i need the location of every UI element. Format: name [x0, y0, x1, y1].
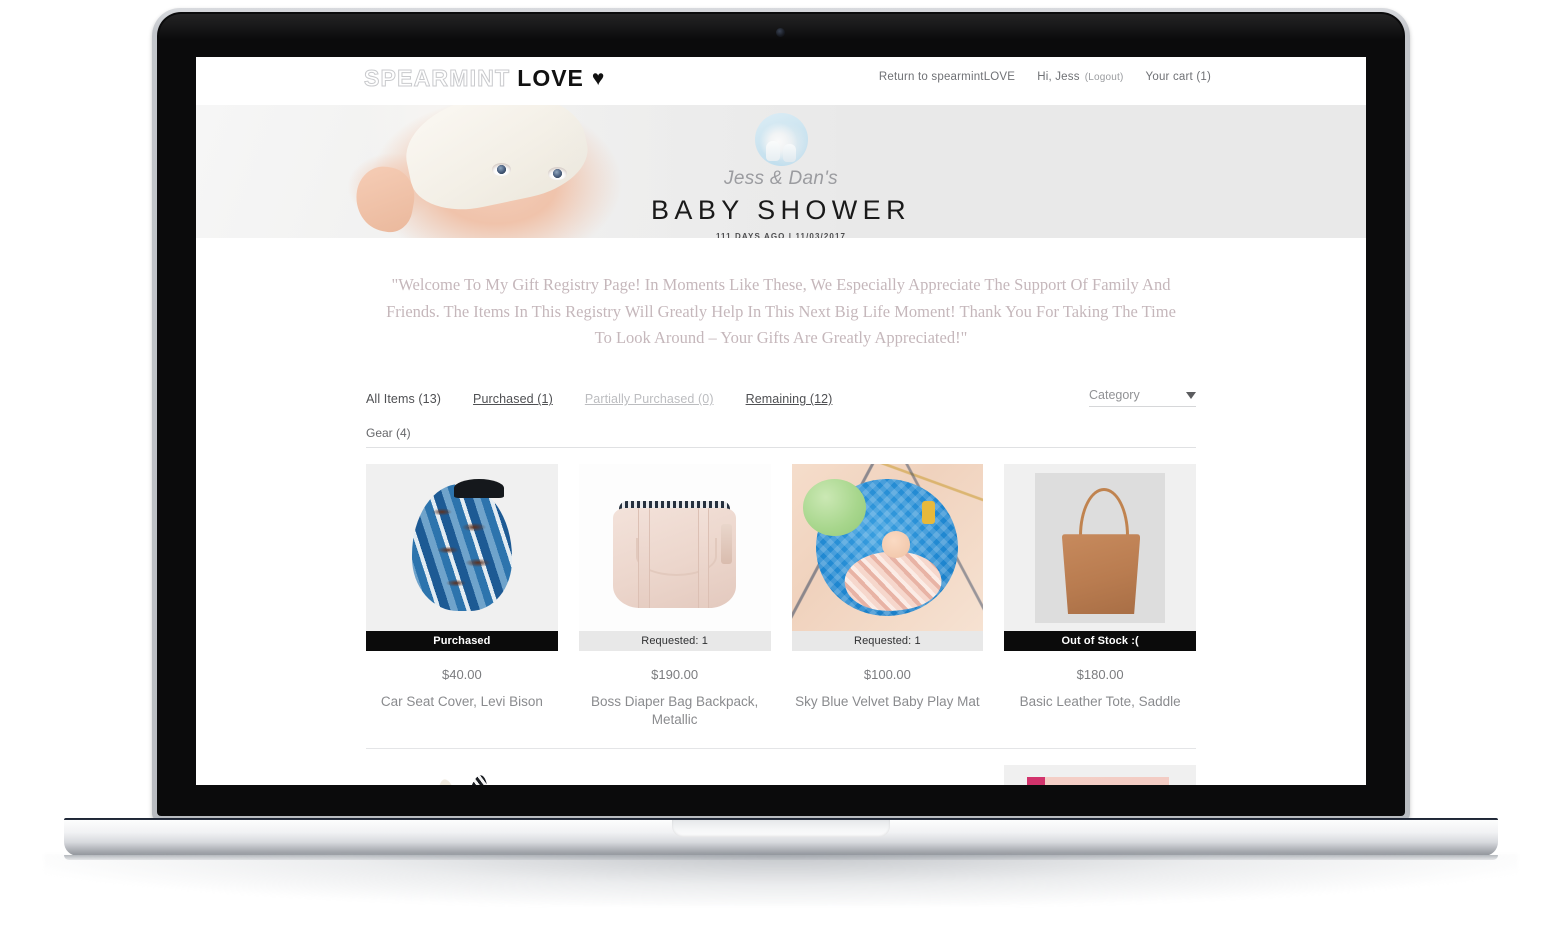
- swaddle-blankets-image: [578, 765, 771, 785]
- registry-filter-bar: All Items (13) Purchased (1) Partially P…: [366, 382, 1196, 408]
- browser-viewport: SPEARMINT LOVE ♥ Return to spearmintLOVE…: [196, 57, 1366, 785]
- product-name[interactable]: Sky Blue Velvet Baby Play Mat: [792, 693, 984, 711]
- play-mat-image: [791, 464, 984, 632]
- product-card[interactable]: Purchased $40.00 Car Seat Cover, Levi Bi…: [366, 464, 558, 728]
- product-status-badge: Purchased: [366, 631, 558, 652]
- greeting-label: Hi, Jess: [1037, 71, 1080, 83]
- product-name[interactable]: Basic Leather Tote, Saddle: [1004, 693, 1196, 711]
- product-price: $100.00: [863, 667, 911, 683]
- heart-icon: ♥: [591, 67, 605, 90]
- bear-lovey-image: [791, 765, 984, 785]
- registry-avatar: [754, 113, 808, 166]
- logout-link[interactable]: (Logout): [1085, 72, 1124, 83]
- registry-event-title: BABY SHOWER: [651, 195, 911, 225]
- product-price: $180.00: [1076, 667, 1124, 683]
- registry-hero-banner: Jess & Dan's BABY SHOWER 111 DAYS AGO | …: [196, 105, 1366, 238]
- laptop-shadow: [44, 854, 1518, 906]
- product-card[interactable]: Requested: 1 $100.00 Sky Blue Velvet Bab…: [791, 464, 984, 728]
- filter-tab-all-items[interactable]: All Items (13): [366, 392, 441, 406]
- filter-tab-purchased[interactable]: Purchased (1): [473, 392, 553, 406]
- hero-content: Jess & Dan's BABY SHOWER 111 DAYS AGO | …: [196, 105, 1366, 238]
- site-header: SPEARMINT LOVE ♥ Return to spearmintLOVE…: [196, 57, 1366, 105]
- product-thumbnail[interactable]: [366, 464, 558, 632]
- product-card[interactable]: Gift It: [366, 765, 558, 785]
- product-grid-row-2: Gift It: [366, 765, 1196, 785]
- leather-tote-image: [1004, 464, 1196, 632]
- product-thumbnail[interactable]: [791, 464, 984, 632]
- product-status-badge: Requested: 1: [791, 631, 984, 652]
- account-group: Hi, Jess (Logout): [1037, 71, 1123, 83]
- product-thumbnail[interactable]: LITTLE MISS BASSETT A LITTLE PRINCESS A …: [1004, 765, 1196, 785]
- product-price: $190.00: [651, 667, 699, 683]
- product-name[interactable]: Boss Diaper Bag Backpack, Metallic: [579, 693, 771, 728]
- product-thumbnail[interactable]: [578, 464, 771, 632]
- product-price: $40.00: [441, 667, 482, 683]
- row-divider: [366, 748, 1196, 750]
- logo-text-spearmint: SPEARMINT: [363, 65, 511, 92]
- webcam-icon: [776, 28, 785, 37]
- header-nav: Return to spearmintLOVE Hi, Jess (Logout…: [879, 71, 1211, 83]
- logo-text-love: LOVE: [517, 65, 584, 91]
- site-logo[interactable]: SPEARMINT LOVE ♥: [363, 65, 605, 92]
- bunny-toy-image: [366, 765, 558, 785]
- diaper-bag-image: [578, 464, 771, 632]
- category-dropdown[interactable]: Category: [1089, 388, 1196, 408]
- registry-date-line: 111 DAYS AGO | 11/03/2017: [715, 232, 847, 238]
- category-section-heading: Gear (4): [366, 426, 1196, 449]
- product-card[interactable]: [791, 765, 984, 785]
- product-thumbnail[interactable]: [1004, 464, 1196, 632]
- filter-tab-remaining[interactable]: Remaining (12): [746, 392, 833, 406]
- princess-book-image: LITTLE MISS BASSETT A LITTLE PRINCESS A …: [1004, 765, 1196, 785]
- product-grid-row-1: Purchased $40.00 Car Seat Cover, Levi Bi…: [366, 464, 1196, 728]
- filter-tab-partially-purchased[interactable]: Partially Purchased (0): [585, 392, 714, 406]
- product-thumbnail[interactable]: Gift It: [366, 765, 558, 785]
- product-card[interactable]: LITTLE MISS BASSETT A LITTLE PRINCESS A …: [1004, 765, 1196, 785]
- screenshot-stage: SPEARMINT LOVE ♥ Return to spearmintLOVE…: [0, 0, 1562, 943]
- product-card[interactable]: [578, 765, 771, 785]
- product-thumbnail[interactable]: [791, 765, 984, 785]
- category-dropdown-label: Category: [1089, 388, 1140, 403]
- car-seat-cover-image: [366, 464, 558, 632]
- cart-link[interactable]: Your cart (1): [1146, 71, 1211, 83]
- registry-owner-names: Jess & Dan's: [724, 168, 838, 189]
- product-status-badge: Requested: 1: [578, 631, 771, 652]
- chevron-down-icon: [1186, 391, 1196, 399]
- product-thumbnail[interactable]: [578, 765, 771, 785]
- product-card[interactable]: Requested: 1 $190.00 Boss Diaper Bag Bac…: [578, 464, 771, 728]
- product-name[interactable]: Car Seat Cover, Levi Bison: [366, 693, 558, 711]
- laptop-base-notch: [672, 820, 890, 837]
- return-to-store-link[interactable]: Return to spearmintLOVE: [879, 71, 1015, 83]
- product-status-badge: Out of Stock :(: [1004, 631, 1196, 652]
- product-card[interactable]: Out of Stock :( $180.00 Basic Leather To…: [1004, 464, 1196, 728]
- registry-welcome-message: "Welcome To My Gift Registry Page! In Mo…: [386, 275, 1176, 348]
